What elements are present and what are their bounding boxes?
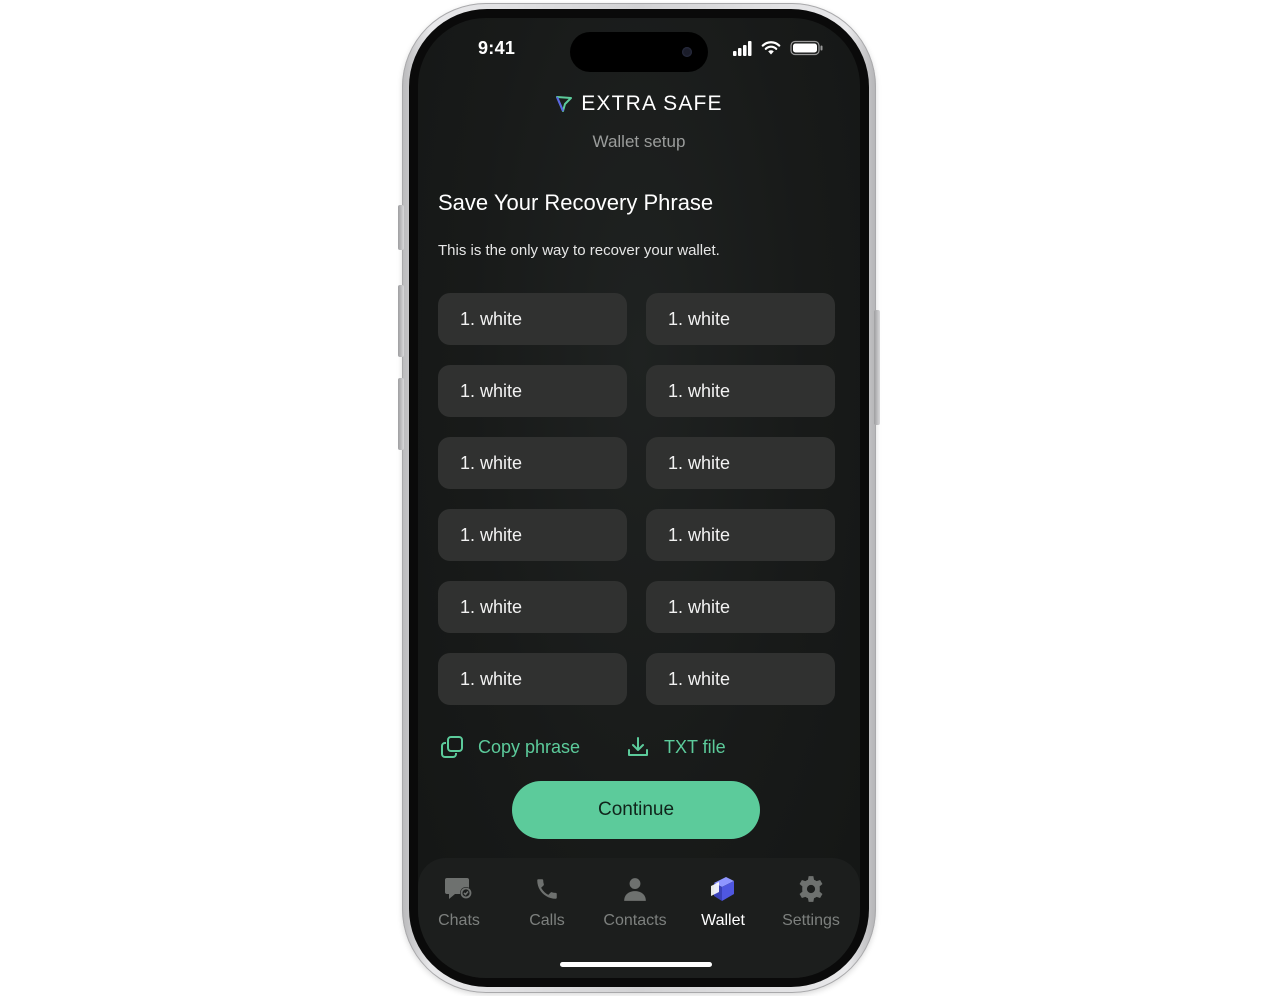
tab-settings[interactable]: Settings (767, 874, 855, 930)
phrase-word: 1. white (438, 653, 627, 705)
phrase-word: 1. white (646, 437, 835, 489)
chat-icon (445, 878, 472, 899)
battery-icon (790, 40, 823, 56)
status-time: 9:41 (478, 38, 516, 58)
page-subtitle: Wallet setup (592, 132, 686, 151)
tab-label: Wallet (701, 912, 745, 929)
copy-phrase-button[interactable]: Copy phrase (440, 735, 580, 759)
copy-phrase-label: Copy phrase (478, 736, 581, 757)
phone-icon (537, 879, 557, 899)
tab-chats[interactable]: Chats (418, 874, 503, 930)
tab-label: Calls (529, 912, 565, 929)
copy-icon (441, 736, 463, 758)
phrase-word: 1. white (646, 293, 835, 345)
phrase-word: 1. white (438, 509, 627, 561)
front-camera (682, 47, 692, 57)
wallet-icon (711, 877, 734, 901)
home-indicator[interactable] (560, 962, 712, 967)
tab-label: Settings (782, 912, 840, 929)
signal-icon (733, 41, 752, 56)
bottom-tab-bar: Chats Calls Contacts Wallet Settings (418, 858, 860, 978)
phrase-word: 1. white (646, 581, 835, 633)
page-title: Save Your Recovery Phrase (438, 190, 714, 215)
tab-wallet[interactable]: Wallet (679, 874, 767, 930)
tab-label: Contacts (603, 912, 667, 929)
phone-screen: 9:41 EXTRA SAFE Wallet setup Save Your R… (418, 18, 860, 978)
txt-file-button[interactable]: TXT file (626, 735, 726, 759)
txt-file-label: TXT file (664, 736, 726, 757)
phrase-word: 1. white (646, 365, 835, 417)
brand-header: EXTRA SAFE (418, 92, 860, 118)
phrase-word: 1. white (438, 365, 627, 417)
status-icons (732, 40, 824, 56)
power-button (874, 310, 880, 425)
download-icon (628, 737, 648, 756)
phrase-word: 1. white (646, 653, 835, 705)
action-button (398, 205, 404, 250)
tab-calls[interactable]: Calls (503, 874, 591, 930)
page-description: This is the only way to recover your wal… (438, 242, 720, 259)
volume-up-button (398, 285, 404, 357)
phrase-word: 1. white (646, 509, 835, 561)
volume-down-button (398, 378, 404, 450)
person-icon (624, 878, 646, 901)
phrase-word: 1. white (438, 293, 627, 345)
brand-logo-icon (556, 96, 573, 112)
dynamic-island (570, 32, 708, 72)
phrase-word: 1. white (438, 437, 627, 489)
brand-name: EXTRA SAFE (581, 92, 723, 115)
phrase-word: 1. white (438, 581, 627, 633)
tab-contacts[interactable]: Contacts (591, 874, 679, 930)
continue-button[interactable]: Continue (512, 781, 760, 839)
gear-icon (799, 876, 823, 902)
phrase-actions: Copy phrase TXT file (438, 735, 838, 763)
tab-label: Chats (438, 912, 480, 929)
wifi-icon (761, 41, 781, 55)
